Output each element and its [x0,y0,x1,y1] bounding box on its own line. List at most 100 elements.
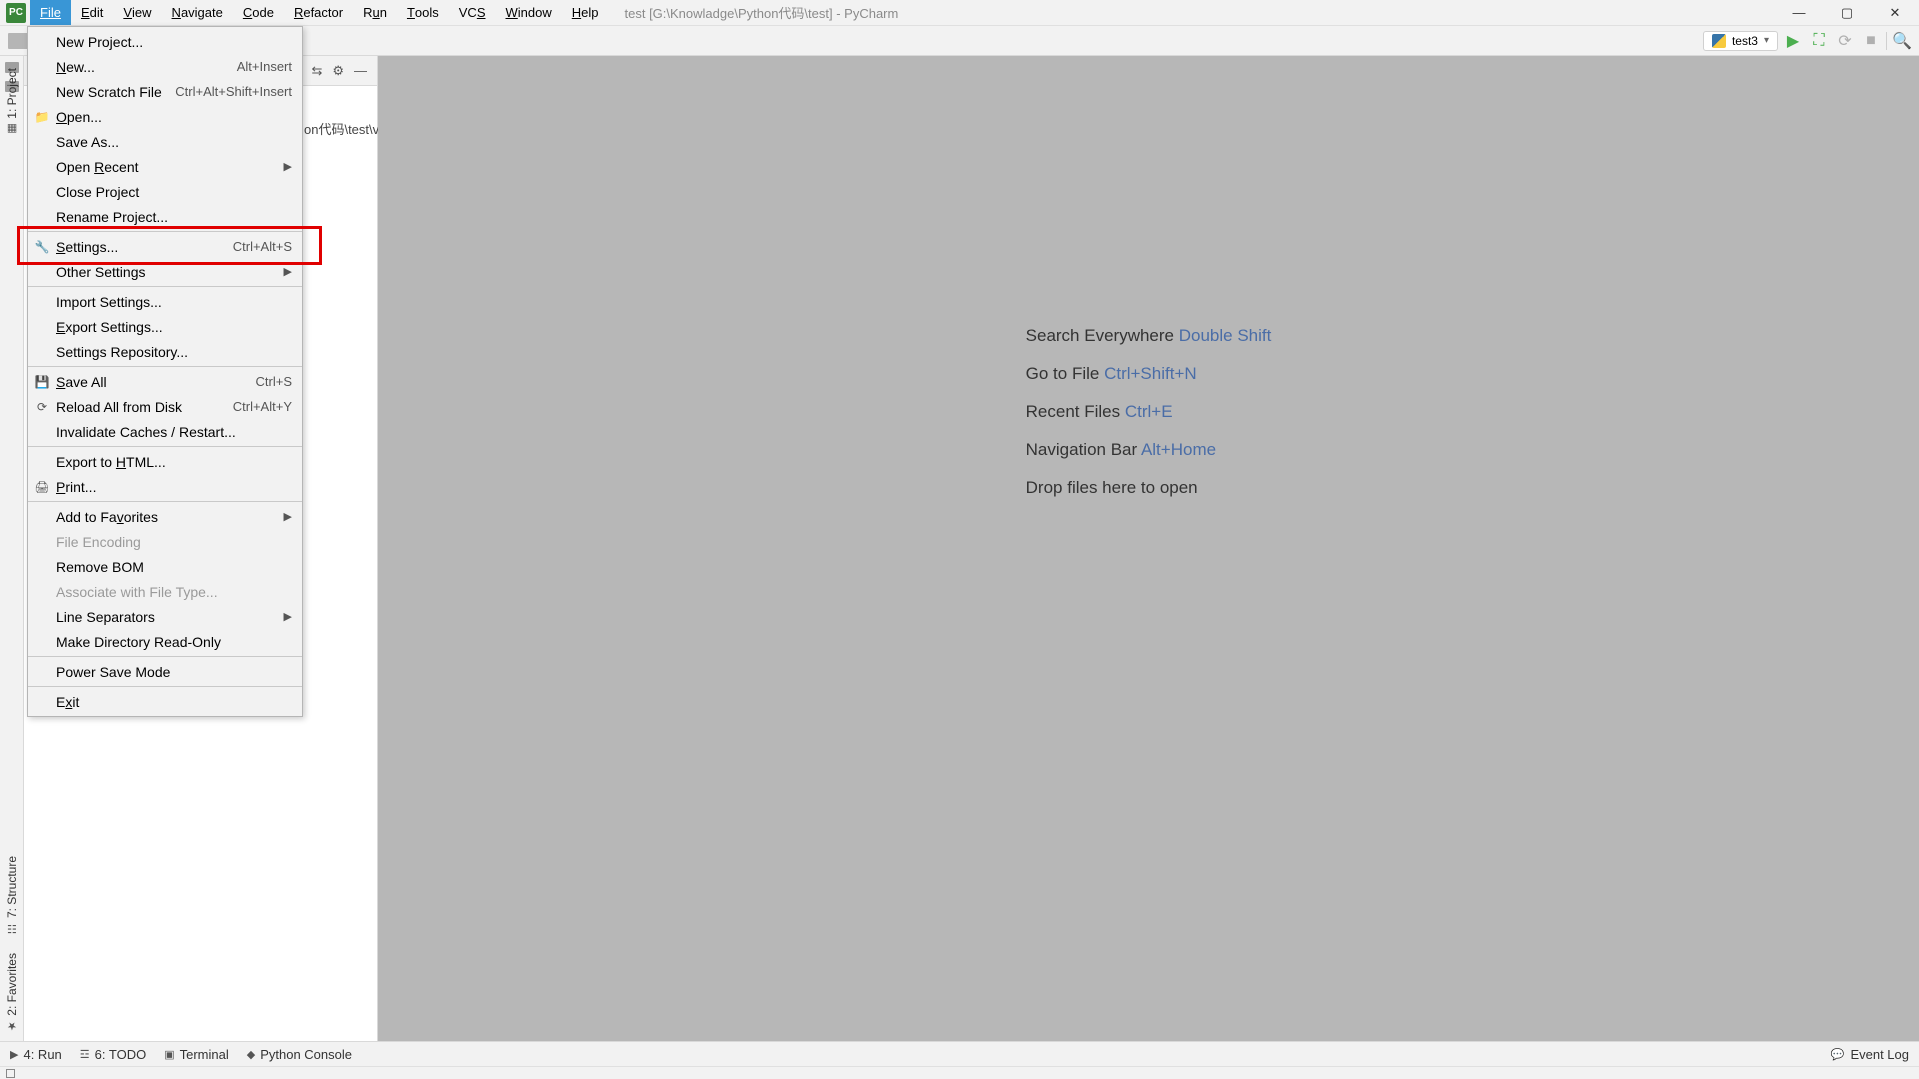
tool-python-console[interactable]: ◆Python Console [247,1047,352,1062]
menu-item-label: New Scratch File [56,84,162,100]
hide-icon[interactable]: — [354,63,367,78]
hint-navbar: Navigation Bar Alt+Home [1026,440,1272,460]
file-menu-other-settings[interactable]: Other Settings▶ [28,259,302,284]
file-menu-new-scratch-file[interactable]: New Scratch File Ctrl+Alt+Shift+Insert [28,79,302,104]
menubar: File Edit View Navigate Code Refactor Ru… [30,0,609,25]
file-menu-settings-repository[interactable]: Settings Repository... [28,339,302,364]
file-menu-power-save-mode[interactable]: Power Save Mode [28,659,302,684]
event-log-button[interactable]: Event Log [1850,1047,1909,1062]
file-menu-save-as[interactable]: Save As... [28,129,302,154]
menu-item-label: Power Save Mode [56,664,170,680]
tool-todo[interactable]: ☲6: TODO [80,1047,146,1062]
debug-button[interactable]: ⛶ [1808,30,1830,52]
tab-favorites[interactable]: ★2: Favorites [3,947,21,1039]
menu-item-label: Invalidate Caches / Restart... [56,424,236,440]
stop-button[interactable]: ■ [1860,30,1882,52]
menu-item-label: Add to Favorites [56,509,158,525]
menu-window[interactable]: Window [496,0,562,25]
file-menu-print[interactable]: 🖨Print... [28,474,302,499]
file-menu-open[interactable]: 📁Open... [28,104,302,129]
hint-drop: Drop files here to open [1026,478,1272,498]
project-icon: ▦ [6,123,19,136]
menu-item-label: Export to HTML... [56,454,166,470]
menu-view[interactable]: View [113,0,161,25]
menu-navigate[interactable]: Navigate [162,0,233,25]
tool-run[interactable]: ▶4: Run [10,1047,62,1062]
hint-gotofile: Go to File Ctrl+Shift+N [1026,364,1272,384]
menu-item-label: File Encoding [56,534,141,550]
project-folder-icon[interactable] [8,33,28,49]
tool-terminal[interactable]: ▣Terminal [164,1047,229,1062]
menu-item-label: Make Directory Read-Only [56,634,221,650]
file-menu-exit[interactable]: Exit [28,689,302,714]
file-menu-save-all[interactable]: 💾 Save All Ctrl+S [28,369,302,394]
close-button[interactable]: ✕ [1871,0,1919,25]
menu-item-label: Save All [56,374,107,390]
file-menu-make-directory-read-only[interactable]: Make Directory Read-Only [28,629,302,654]
run-config-selector[interactable]: test3 ▾ [1703,31,1778,51]
window-title: test [G:\Knowladge\Python代码\test] - PyCh… [625,3,899,22]
run-config-name: test3 [1732,34,1758,48]
tab-project[interactable]: ▦1: Project [3,62,21,142]
shortcut-label: Ctrl+S [256,374,292,389]
menu-file[interactable]: File [30,0,71,25]
file-menu-associate-with-file-type: Associate with File Type... [28,579,302,604]
shortcut-label: Ctrl+Alt+Y [233,399,292,414]
file-menu-add-to-favorites[interactable]: Add to Favorites ▶ [28,504,302,529]
print-icon: 🖨 [34,480,50,494]
file-menu-invalidate-caches-restart[interactable]: Invalidate Caches / Restart... [28,419,302,444]
wrench-icon: 🔧 [34,240,50,254]
shortcut-label: Ctrl+Alt+Shift+Insert [175,84,292,99]
hint-search: Search Everywhere Double Shift [1026,326,1272,346]
file-menu-settings[interactable]: 🔧Settings...Ctrl+Alt+S [28,234,302,259]
file-menu-close-project[interactable]: Close Project [28,179,302,204]
chevron-right-icon: ▶ [284,265,292,278]
file-menu-file-encoding: File Encoding [28,529,302,554]
expand-icon[interactable]: ⇆ [311,63,322,79]
menu-item-label: New... [56,59,95,75]
file-menu-line-separators[interactable]: Line Separators▶ [28,604,302,629]
menu-help[interactable]: Help [562,0,609,25]
shortcut-label: Ctrl+Alt+S [233,239,292,254]
menu-refactor[interactable]: Refactor [284,0,353,25]
reload-icon: ⟳ [34,400,50,414]
menu-item-label: Close Project [56,184,139,200]
file-menu-export-to-html[interactable]: Export to HTML... [28,449,302,474]
settings-icon[interactable]: ⚙ [332,63,344,79]
chevron-right-icon: ▶ [284,510,292,523]
chevron-right-icon: ▶ [284,160,292,173]
file-menu-new-project[interactable]: New Project... [28,29,302,54]
menu-item-label: Rename Project... [56,209,168,225]
coverage-button[interactable]: ⟳ [1834,30,1856,52]
minimize-button[interactable]: — [1775,0,1823,25]
chevron-down-icon: ▾ [1764,35,1769,46]
menu-tools[interactable]: Tools [397,0,449,25]
run-button[interactable]: ▶ [1782,30,1804,52]
welcome-hints: Search Everywhere Double Shift Go to Fil… [1026,326,1272,498]
maximize-button[interactable]: ▢ [1823,0,1871,25]
save-icon: 💾 [34,375,50,389]
play-icon: ▶ [10,1048,18,1061]
menu-item-label: Exit [56,694,79,710]
python-small-icon: ◆ [247,1048,255,1061]
structure-icon: ☷ [6,922,19,935]
file-menu-open-recent[interactable]: Open Recent▶ [28,154,302,179]
file-menu-export-settings[interactable]: Export Settings... [28,314,302,339]
file-menu-import-settings[interactable]: Import Settings... [28,289,302,314]
menu-edit[interactable]: Edit [71,0,113,25]
menu-item-label: Remove BOM [56,559,144,575]
menu-vcs[interactable]: VCS [449,0,496,25]
file-menu-remove-bom[interactable]: Remove BOM [28,554,302,579]
menu-run[interactable]: Run [353,0,397,25]
search-button[interactable]: 🔍 [1891,30,1913,52]
file-menu-reload-all-from-disk[interactable]: ⟳ Reload All from Disk Ctrl+Alt+Y [28,394,302,419]
file-menu-rename-project[interactable]: Rename Project... [28,204,302,229]
editor-area[interactable]: Search Everywhere Double Shift Go to Fil… [378,56,1919,1053]
statusbar [0,1066,1919,1079]
file-menu-new[interactable]: New...Alt+Insert [28,54,302,79]
menu-item-label: Reload All from Disk [56,399,182,415]
hint-recent: Recent Files Ctrl+E [1026,402,1272,422]
statusbar-indicator[interactable] [6,1069,15,1078]
menu-code[interactable]: Code [233,0,284,25]
tab-structure[interactable]: ☷7: Structure [3,850,21,941]
